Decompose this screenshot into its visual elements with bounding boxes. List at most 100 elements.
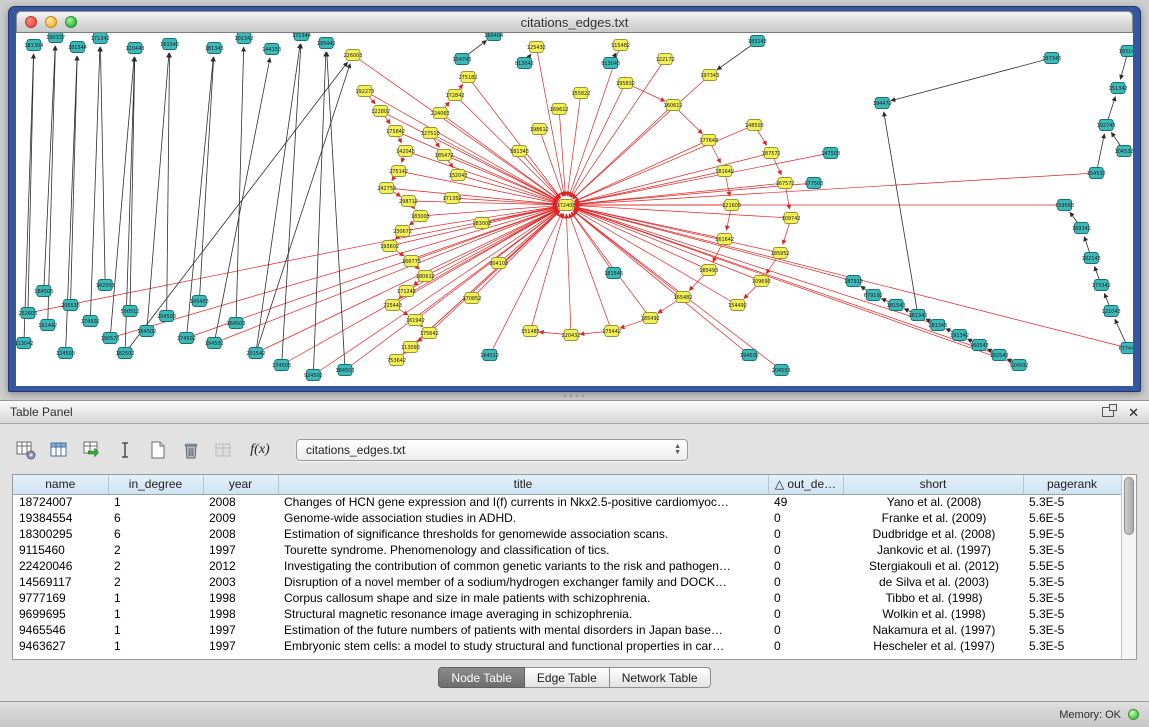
network-node[interactable]: 298712 [399, 196, 418, 207]
network-node[interactable]: 184503 [34, 286, 53, 297]
column-header-6[interactable]: pagerank [1023, 475, 1121, 494]
network-node[interactable]: 197343 [1042, 53, 1061, 64]
table-cell[interactable]: 2009 [203, 510, 278, 526]
table-cell[interactable]: 5.9E-5 [1023, 526, 1121, 542]
table-cell[interactable]: 22420046 [13, 558, 108, 574]
table-cell[interactable]: 0 [768, 590, 843, 606]
table-cell[interactable]: 1 [108, 494, 203, 510]
table-row[interactable]: 969969511998Structural magnetic resonanc… [13, 606, 1121, 622]
table-cell[interactable]: Wolkin et al. (1998) [843, 606, 1023, 622]
network-window-titlebar[interactable]: citations_edges.txt [16, 11, 1133, 33]
network-node[interactable]: 185492 [641, 313, 660, 324]
network-node[interactable]: 194502 [740, 350, 759, 361]
table-cell[interactable]: 0 [768, 638, 843, 654]
table-cell[interactable]: 0 [768, 510, 843, 526]
table-cell[interactable]: 0 [768, 542, 843, 558]
network-node[interactable]: 204503 [772, 365, 791, 376]
network-node[interactable]: 164503 [227, 318, 246, 329]
table-cell[interactable]: 0 [768, 606, 843, 622]
new-table-icon[interactable] [144, 437, 172, 463]
network-node[interactable]: 181343 [510, 146, 529, 157]
network-node[interactable]: 145403 [190, 296, 209, 307]
network-node[interactable]: 183002 [472, 218, 491, 229]
table-cell[interactable]: Investigating the contribution of common… [278, 558, 768, 574]
network-node[interactable]: 181545 [604, 268, 623, 279]
network-node[interactable]: 109742 [782, 213, 801, 224]
table-cell[interactable]: 6 [108, 510, 203, 526]
table-mode-icon[interactable] [12, 437, 40, 463]
network-node[interactable]: 193142 [1119, 46, 1133, 57]
network-node[interactable]: 115482 [611, 40, 630, 51]
network-node[interactable]: 180612 [416, 271, 435, 282]
network-node[interactable]: 182502 [116, 348, 135, 359]
network-node[interactable]: 220432 [562, 330, 581, 341]
network-node[interactable]: 753642 [387, 355, 406, 366]
network-node[interactable]: 679192 [864, 290, 883, 301]
table-cell[interactable]: 6 [108, 526, 203, 542]
table-cell[interactable]: 2 [108, 574, 203, 590]
close-panel-icon[interactable]: ✕ [1128, 406, 1139, 419]
table-cell[interactable]: 18300295 [13, 526, 108, 542]
network-node[interactable]: 181304 [24, 40, 43, 51]
table-cell[interactable]: 9465546 [13, 622, 108, 638]
table-cell[interactable]: Tourette syndrome. Phenomenology and cla… [278, 542, 768, 558]
table-cell[interactable]: Stergiakouli et al. (2012) [843, 558, 1023, 574]
table-cell[interactable]: Estimation of the future numbers of pati… [278, 622, 768, 638]
network-node[interactable]: 171342 [91, 33, 110, 44]
table-cell[interactable]: 2012 [203, 558, 278, 574]
memory-ok-icon[interactable] [1128, 709, 1139, 720]
table-row[interactable]: 946554611997Estimation of the future num… [13, 622, 1121, 638]
table-cell[interactable]: 19384554 [13, 510, 108, 526]
network-table-select[interactable]: citations_edges.txt ▲▼ [296, 439, 688, 461]
network-node[interactable]: 174502 [81, 316, 100, 327]
network-node[interactable]: 175642 [420, 328, 439, 339]
table-cell[interactable]: Nakamura et al. (1997) [843, 622, 1023, 638]
network-node[interactable]: 164502 [137, 326, 156, 337]
table-cell[interactable]: Corpus callosum shape and size in male p… [278, 590, 768, 606]
network-node[interactable]: 113093 [401, 342, 420, 353]
table-cell[interactable]: 1997 [203, 542, 278, 558]
network-node[interactable]: 275142 [389, 166, 408, 177]
network-node[interactable]: 160543 [970, 340, 989, 351]
network-node[interactable]: 177503 [804, 178, 823, 189]
network-node[interactable]: 161542 [160, 39, 179, 50]
table-cell[interactable]: Changes of HCN gene expression and I(f) … [278, 494, 768, 510]
network-node[interactable]: 113042 [16, 338, 33, 349]
scrollbar-thumb[interactable] [1124, 477, 1134, 535]
table-row[interactable]: 911546021997Tourette syndrome. Phenomeno… [13, 542, 1121, 558]
table-cell[interactable]: Tibbo et al. (1998) [843, 590, 1023, 606]
network-node[interactable]: 177643 [699, 135, 718, 146]
table-cell[interactable]: 2 [108, 558, 203, 574]
network-node[interactable]: 147503 [821, 148, 840, 159]
network-node[interactable]: 122172 [656, 54, 675, 65]
function-builder-button[interactable]: f(x) [243, 437, 277, 463]
network-node[interactable]: 125432 [527, 42, 546, 53]
network-node[interactable]: 101342 [235, 33, 254, 44]
network-node[interactable]: 142503 [96, 280, 115, 291]
table-cell[interactable]: 5.3E-5 [1023, 542, 1121, 558]
table-cell[interactable]: 5.3E-5 [1023, 622, 1121, 638]
minimize-window-button[interactable] [45, 16, 57, 28]
column-header-5[interactable]: short [843, 475, 1023, 494]
network-node[interactable]: 204103 [489, 258, 508, 269]
table-cell[interactable]: Jankovic et al. (1997) [843, 542, 1023, 558]
network-node[interactable]: 226003 [344, 50, 363, 61]
network-node[interactable]: 195442 [317, 38, 336, 49]
table-cell[interactable]: 2008 [203, 526, 278, 542]
table-row[interactable]: 1872400712008Changes of HCN gene express… [13, 494, 1121, 510]
network-node[interactable]: 166773 [402, 256, 421, 267]
table-cell[interactable]: Embryonic stem cells: a model to study s… [278, 638, 768, 654]
table-cell[interactable]: 0 [768, 526, 843, 542]
network-node[interactable]: 813042 [515, 58, 534, 69]
table-cell[interactable]: 9463627 [13, 638, 108, 654]
table-row[interactable]: 1456911722003Disruption of a novel membe… [13, 574, 1121, 590]
table-cell[interactable]: 5.5E-5 [1023, 558, 1121, 574]
network-node[interactable]: 206533 [61, 300, 80, 311]
network-node[interactable]: 164512 [480, 350, 499, 361]
network-node[interactable]: 182542 [990, 350, 1009, 361]
network-node[interactable]: 181343 [928, 320, 947, 331]
table-cell[interactable]: 1997 [203, 622, 278, 638]
network-node[interactable]: 194502 [205, 338, 224, 349]
table-cell[interactable]: 5.3E-5 [1023, 574, 1121, 590]
close-window-button[interactable] [25, 16, 37, 28]
